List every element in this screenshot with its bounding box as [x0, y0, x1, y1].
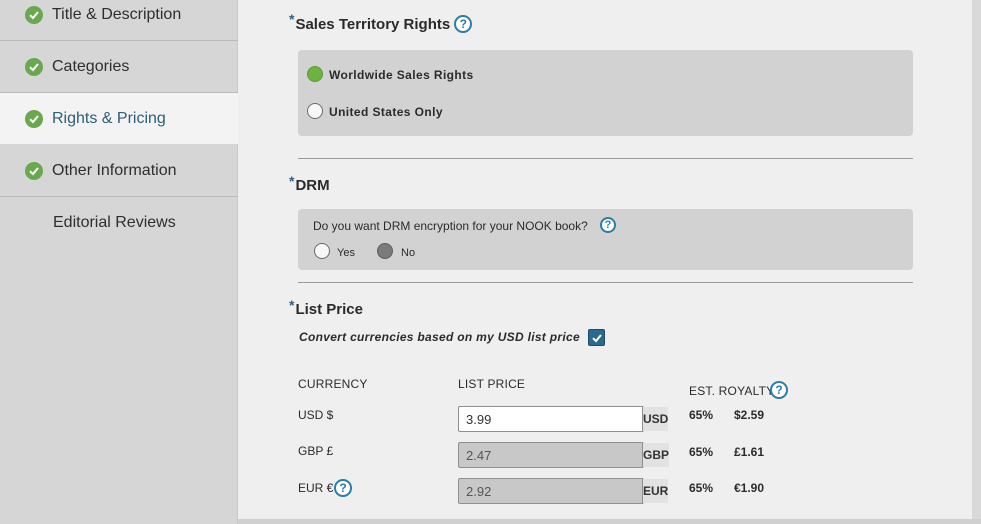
- check-circle-icon: [25, 57, 43, 76]
- help-icon[interactable]: ?: [334, 479, 352, 497]
- territory-title: Sales Territory Rights: [295, 15, 451, 33]
- royalty-percent: 65%: [689, 408, 714, 422]
- price-unit: USD: [642, 407, 669, 431]
- help-icon[interactable]: ?: [600, 217, 616, 233]
- royalty-amount: $2.59: [734, 408, 765, 422]
- sidebar-item-editorial-reviews[interactable]: Editorial Reviews: [0, 197, 238, 249]
- currency-name: USD $: [298, 408, 334, 422]
- price-input-gbp: [459, 443, 642, 467]
- radio-drm-yes[interactable]: [314, 243, 330, 259]
- sidebar-item-rights-pricing[interactable]: Rights & Pricing: [0, 93, 238, 145]
- radio-us-only[interactable]: [307, 103, 323, 119]
- sidebar-item-label: Title & Description: [52, 5, 182, 23]
- radio-drm-yes-label: Yes: [337, 247, 355, 259]
- radio-drm-no-label: No: [401, 247, 416, 259]
- section-divider: [298, 158, 913, 159]
- royalty-column-header: EST. ROYALTY: [689, 384, 775, 398]
- radio-us-only-label: United States Only: [329, 105, 443, 119]
- drm-question: Do you want DRM encryption for your NOOK…: [313, 219, 588, 233]
- check-circle-icon: [25, 5, 43, 24]
- sidebar-item-title-description[interactable]: Title & Description: [0, 0, 238, 41]
- currency-column-header: CURRENCY: [298, 377, 368, 391]
- radio-worldwide-label: Worldwide Sales Rights: [329, 68, 474, 82]
- radio-worldwide[interactable]: [307, 66, 323, 82]
- help-icon[interactable]: ?: [770, 381, 788, 399]
- drm-heading: * DRM: [289, 173, 330, 195]
- help-icon[interactable]: ?: [454, 15, 473, 33]
- convert-currencies-checkbox[interactable]: [588, 329, 605, 346]
- royalty-percent: 65%: [689, 481, 714, 495]
- section-divider: [298, 282, 913, 283]
- currency-name: EUR €: [298, 481, 334, 495]
- sidebar-nav: Title & Description Categories Rights & …: [0, 0, 238, 524]
- price-field-usd[interactable]: USD: [458, 406, 669, 432]
- required-mark: *: [289, 296, 295, 313]
- sidebar-item-other-information[interactable]: Other Information: [0, 145, 238, 197]
- price-field-eur: EUR: [458, 478, 669, 504]
- currency-name: GBP £: [298, 444, 334, 458]
- list-price-title: List Price: [295, 301, 363, 318]
- radio-drm-no[interactable]: [377, 243, 393, 259]
- territory-options-panel: Worldwide Sales Rights United States Onl…: [298, 50, 913, 136]
- royalty-percent: 65%: [689, 445, 714, 459]
- convert-currencies-label: Convert currencies based on my USD list …: [299, 330, 580, 344]
- check-circle-icon: [25, 109, 43, 128]
- price-unit: EUR: [642, 479, 669, 503]
- sidebar-item-label: Other Information: [52, 161, 177, 179]
- required-mark: *: [289, 11, 295, 27]
- territory-heading: * Sales Territory Rights ?: [289, 11, 473, 33]
- drm-options-panel: Do you want DRM encryption for your NOOK…: [298, 209, 913, 270]
- price-unit: GBP: [642, 443, 670, 467]
- sidebar-item-categories[interactable]: Categories: [0, 41, 238, 93]
- price-input-eur: [459, 479, 642, 503]
- sidebar-item-label: Categories: [52, 57, 130, 75]
- right-gutter: [972, 0, 981, 524]
- royalty-amount: £1.61: [734, 445, 765, 459]
- list-price-column-header: LIST PRICE: [458, 377, 526, 391]
- sidebar-item-label: Editorial Reviews: [53, 214, 176, 231]
- price-field-gbp: GBP: [458, 442, 670, 468]
- list-price-heading: * List Price: [289, 297, 363, 319]
- sidebar-item-label: Rights & Pricing: [52, 109, 166, 127]
- bottom-border: [238, 519, 981, 524]
- check-circle-icon: [25, 161, 43, 180]
- drm-title: DRM: [295, 177, 330, 194]
- royalty-amount: €1.90: [734, 481, 765, 495]
- price-input-usd[interactable]: [459, 407, 642, 431]
- required-mark: *: [289, 172, 295, 189]
